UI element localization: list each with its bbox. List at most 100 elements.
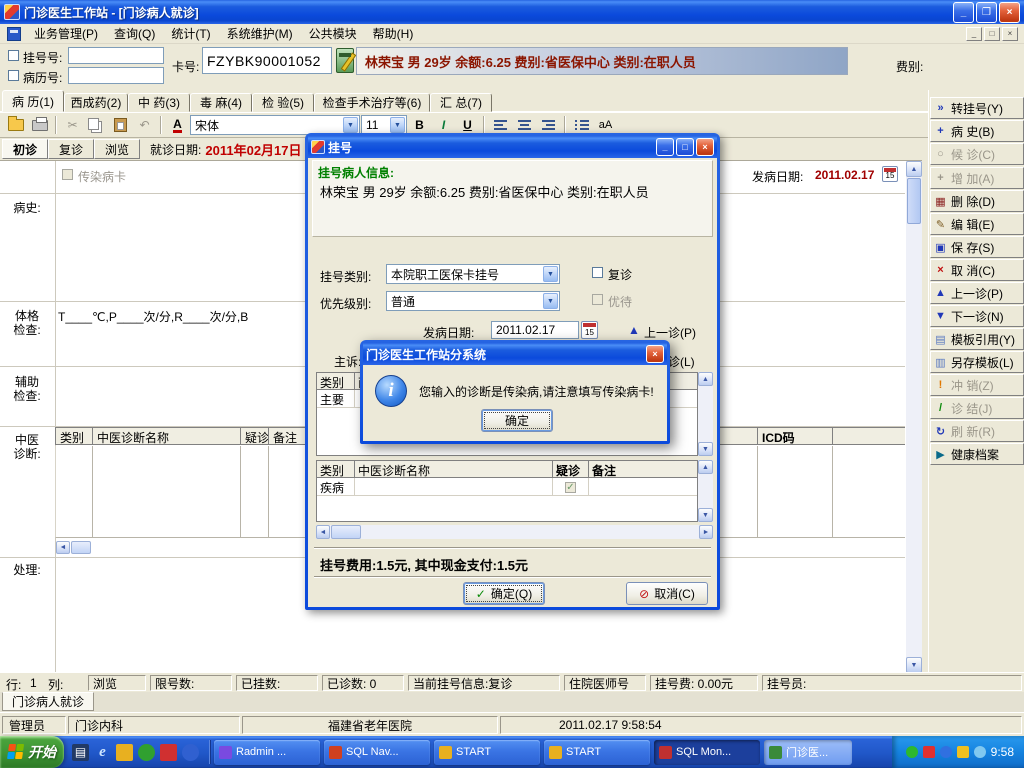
visit-tab-browse[interactable]: 浏览 — [94, 139, 141, 159]
internet-explorer-icon[interactable]: e — [94, 744, 111, 761]
close-button[interactable]: × — [999, 1, 1020, 23]
card-no-input[interactable]: FZYBK90001052 — [202, 47, 332, 74]
record-no-checkbox[interactable] — [8, 70, 19, 81]
dialog-titlebar[interactable]: 挂号 _ □ × — [308, 136, 717, 158]
mdi-close-button[interactable]: × — [1002, 26, 1018, 41]
scroll-up-icon[interactable]: ▲ — [698, 372, 713, 386]
msgbox-ok-button[interactable]: 确定 — [481, 409, 553, 432]
tray-icon[interactable] — [905, 746, 918, 758]
font-size-select[interactable]: 11 ▼ — [361, 115, 407, 135]
menu-item-query[interactable]: 查询(Q) — [106, 23, 163, 44]
table-row[interactable]: 疾病 ✓ — [317, 478, 697, 496]
menu-item-business-management[interactable]: 业务管理(P) — [26, 23, 106, 44]
mini-horizontal-scrollbar[interactable]: ◄ — [56, 541, 91, 554]
dialog-onset-value[interactable]: 2011.02.17 — [491, 321, 579, 339]
suspect-checkbox[interactable]: ✓ — [565, 482, 576, 493]
scroll-down-icon[interactable]: ▼ — [698, 442, 713, 456]
scroll-down-icon[interactable]: ▼ — [906, 657, 922, 673]
start-button[interactable]: 开始 — [0, 736, 64, 768]
menu-item-common-modules[interactable]: 公共模块 — [301, 23, 365, 44]
dialog-date-picker-button[interactable]: 15 — [581, 321, 598, 339]
dialog-minimize-button[interactable]: _ — [656, 138, 674, 156]
tab-narcotics[interactable]: 毒 麻(4) — [190, 93, 252, 112]
tab-summary[interactable]: 汇 总(7) — [430, 93, 492, 112]
scroll-up-icon[interactable]: ▲ — [906, 161, 922, 177]
mdi-minimize-button[interactable]: _ — [966, 26, 982, 41]
mdi-restore-button[interactable]: □ — [984, 26, 1000, 41]
tab-medical-record[interactable]: 病 历(1) — [2, 90, 64, 112]
tab-exam-treatment[interactable]: 检查手术治疗等(6) — [314, 93, 430, 112]
revisit-checkbox[interactable] — [592, 267, 603, 278]
form-vertical-scrollbar[interactable]: ▲ ▼ — [906, 161, 922, 673]
sidebar-button-health-record[interactable]: ▶ 健康档案 — [930, 443, 1024, 465]
quick-launch-icon[interactable] — [138, 743, 155, 761]
sidebar-button-edit[interactable]: ✎ 编 辑(E) — [930, 213, 1024, 235]
scrollbar-thumb[interactable] — [331, 525, 361, 539]
undo-button[interactable]: ↶ — [133, 114, 156, 136]
taskbar-item-start-folder-2[interactable]: START — [544, 739, 650, 765]
sidebar-button-save-template[interactable]: ▥ 另存模板(L) — [930, 351, 1024, 373]
chevron-down-icon[interactable]: ▼ — [543, 266, 558, 282]
sidebar-button-save[interactable]: ▣ 保 存(S) — [930, 236, 1024, 258]
priority-select[interactable]: 普通 ▼ — [386, 291, 560, 311]
dialog-horizontal-scrollbar[interactable]: ◄ ► — [316, 525, 713, 539]
taskbar-item-sql-mon[interactable]: SQL Mon... — [654, 739, 760, 765]
privilege-checkbox[interactable] — [592, 294, 603, 305]
paste-button[interactable] — [109, 114, 132, 136]
prev-visit-link[interactable]: 上一诊(P) — [644, 324, 696, 341]
sidebar-button-delete[interactable]: ▦ 删 除(D) — [930, 190, 1024, 212]
scroll-left-icon[interactable]: ◄ — [56, 541, 70, 554]
menu-item-system-maintenance[interactable]: 系统维护(M) — [219, 23, 301, 44]
scrollbar-thumb[interactable] — [907, 178, 921, 224]
scroll-right-icon[interactable]: ► — [699, 525, 713, 539]
sidebar-button-reverse[interactable]: ! 冲 销(Z) — [930, 374, 1024, 396]
reg-type-select[interactable]: 本院职工医保卡挂号 ▼ — [386, 264, 560, 284]
font-name-select[interactable]: 宋体 ▼ — [190, 115, 360, 135]
open-button[interactable] — [4, 114, 27, 136]
cancel-button[interactable]: ⊘ 取消(C) — [626, 582, 708, 605]
date-picker-button[interactable]: 15 — [882, 166, 898, 182]
scroll-left-icon[interactable]: ◄ — [316, 525, 330, 539]
menu-item-help[interactable]: 帮助(H) — [365, 23, 422, 44]
taskbar-item-sql-nav[interactable]: SQL Nav... — [324, 739, 430, 765]
sidebar-button-medical-history[interactable]: + 病 史(B) — [930, 120, 1024, 142]
reg-no-input[interactable] — [68, 47, 164, 64]
print-button[interactable] — [28, 114, 51, 136]
tray-icon[interactable] — [956, 746, 969, 758]
cut-button[interactable]: ✂ — [61, 114, 84, 136]
quick-launch-icon[interactable]: ▤ — [72, 743, 89, 761]
sidebar-button-transfer-registration[interactable]: » 转挂号(Y) — [930, 97, 1024, 119]
chevron-down-icon[interactable]: ▼ — [543, 293, 558, 309]
record-no-input[interactable] — [68, 67, 164, 84]
tray-icon[interactable] — [922, 746, 935, 758]
ok-button[interactable]: ✓ 确定(Q) — [463, 582, 545, 605]
dialog-maximize-button[interactable]: □ — [676, 138, 694, 156]
visit-tab-first[interactable]: 初诊 — [2, 139, 49, 159]
tab-lab-test[interactable]: 检 验(5) — [252, 93, 314, 112]
minimize-button[interactable]: _ — [953, 1, 974, 23]
chevron-down-icon[interactable]: ▼ — [343, 117, 358, 133]
tab-chinese-medicine[interactable]: 中 药(3) — [128, 93, 190, 112]
sidebar-button-waiting[interactable]: ○ 候 诊(C) — [930, 143, 1024, 165]
taskbar-item-radmin[interactable]: Radmin ... — [214, 739, 320, 765]
sidebar-button-add[interactable]: + 增 加(A) — [930, 167, 1024, 189]
chevron-down-icon[interactable]: ▼ — [390, 117, 405, 133]
tcm-diagnosis-table[interactable]: 类别 中医诊断名称 疑诊 备注 疾病 ✓ — [316, 460, 698, 522]
msgbox-titlebar[interactable]: 门诊医生工作站分系统 × — [363, 343, 667, 365]
scroll-down-icon[interactable]: ▼ — [698, 508, 713, 522]
sidebar-button-cancel[interactable]: × 取 消(C) — [930, 259, 1024, 281]
font-color-button[interactable]: A — [166, 114, 189, 136]
sidebar-button-template-reference[interactable]: ▤ 模板引用(Y) — [930, 328, 1024, 350]
infectious-checkbox[interactable] — [62, 169, 73, 180]
visit-tab-return[interactable]: 复诊 — [48, 139, 95, 159]
scrollbar-thumb[interactable] — [71, 541, 91, 554]
tcm-table-scrollbar[interactable]: ▲ ▼ — [698, 460, 713, 522]
reg-no-checkbox[interactable] — [8, 50, 19, 61]
document-tab[interactable]: 门诊病人就诊 — [2, 692, 94, 711]
sidebar-button-refresh[interactable]: ↻ 刷 新(R) — [930, 420, 1024, 442]
folder-icon[interactable] — [116, 743, 133, 761]
sidebar-button-next-visit[interactable]: ▼ 下一诊(N) — [930, 305, 1024, 327]
quick-launch-icon[interactable] — [182, 743, 199, 761]
msgbox-close-button[interactable]: × — [646, 345, 664, 363]
copy-button[interactable] — [85, 114, 108, 136]
